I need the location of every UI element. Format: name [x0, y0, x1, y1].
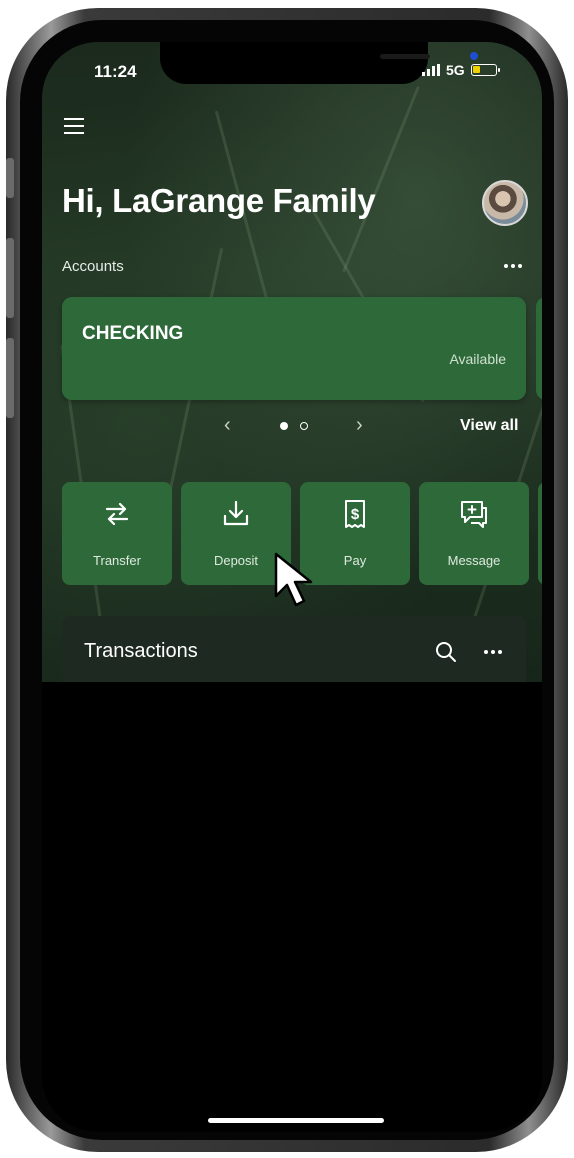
hamburger-menu-icon[interactable] — [64, 118, 84, 134]
message-button[interactable]: Message — [419, 482, 529, 585]
account-card-checking[interactable]: CHECKING Available — [62, 297, 526, 400]
speaker — [380, 54, 430, 59]
app-view: 11:24 5G Hi, LaGrange Family Accounts CH… — [42, 42, 542, 682]
next-action-peek[interactable] — [538, 482, 542, 585]
action-label: Transfer — [93, 553, 141, 568]
battery-icon — [470, 64, 500, 76]
account-available-label: Available — [449, 351, 506, 367]
deposit-icon — [223, 500, 249, 526]
accounts-more-icon[interactable] — [504, 264, 522, 268]
transfer-icon — [105, 502, 129, 526]
status-time: 11:24 — [94, 62, 137, 81]
front-camera — [470, 52, 478, 60]
account-name: CHECKING — [82, 323, 184, 344]
transactions-title: Transactions — [84, 640, 198, 662]
action-label: Message — [447, 553, 501, 568]
svg-text:$: $ — [351, 506, 360, 523]
status-indicators: 5G — [422, 62, 500, 78]
greeting-title: Hi, LaGrange Family — [62, 182, 376, 219]
transactions-more-icon[interactable] — [484, 650, 502, 654]
mute-switch — [6, 158, 14, 198]
home-indicator[interactable] — [208, 1118, 384, 1123]
search-icon[interactable] — [434, 640, 458, 664]
message-icon — [461, 501, 487, 528]
pager-dot-active[interactable] — [280, 422, 288, 430]
transactions-panel: Transactions — [62, 616, 526, 682]
volume-down-button — [6, 338, 14, 418]
volume-up-button — [6, 238, 14, 318]
accounts-label: Accounts — [62, 258, 124, 275]
avatar[interactable] — [482, 180, 528, 226]
network-type: 5G — [446, 62, 465, 78]
notch — [160, 42, 478, 84]
pager-dot[interactable] — [300, 422, 308, 430]
mouse-cursor-icon — [274, 552, 313, 607]
phone-screen: 11:24 5G Hi, LaGrange Family Accounts CH… — [42, 42, 542, 1132]
view-all-link[interactable]: View all — [460, 417, 518, 435]
next-account-card-peek[interactable] — [536, 297, 542, 400]
pager-prev-icon[interactable]: ‹ — [224, 414, 231, 437]
transfer-button[interactable]: Transfer — [62, 482, 172, 585]
pay-icon: $ — [345, 500, 365, 528]
background-leaf — [342, 86, 420, 273]
accounts-pager: ‹ › View all — [42, 414, 542, 438]
pager-next-icon[interactable]: › — [356, 414, 363, 437]
signal-icon — [422, 64, 440, 76]
